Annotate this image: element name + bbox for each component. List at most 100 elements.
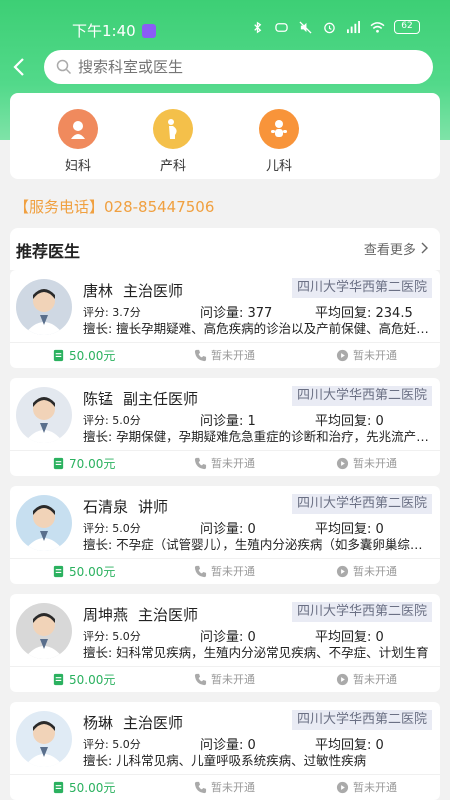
document-icon — [53, 457, 64, 469]
video-icon — [336, 781, 349, 793]
doctor-card[interactable]: 周坤燕 主治医师 四川大学华西第二医院 评分: 5.0分 问诊量: 0 平均回复:… — [10, 594, 440, 692]
phone-consult-button[interactable]: 暂未开通 — [194, 670, 255, 688]
search-input[interactable] — [78, 58, 378, 76]
doctor-specialty: 擅长: 孕期保健，孕期疑难危急重症的诊断和治疗，先兆流产的诊治 — [83, 429, 433, 444]
recommend-header: 推荐医生 查看更多 — [10, 228, 440, 270]
video-consult-button[interactable]: 暂未开通 — [336, 778, 397, 796]
doctor-card[interactable]: 陈锰 副主任医师 四川大学华西第二医院 评分: 5.0分 问诊量: 1 平均回复:… — [10, 378, 440, 476]
video-icon — [336, 565, 349, 577]
consult-price: 70.00元 — [69, 456, 116, 471]
category-label: 儿科 — [265, 159, 292, 174]
phone-consult-button[interactable]: 暂未开通 — [194, 346, 255, 364]
text-consult-button[interactable]: 70.00元 — [52, 454, 115, 472]
doctor-title: 主治医师 — [123, 282, 184, 300]
chevron-left-icon — [13, 58, 24, 76]
video-consult-button[interactable]: 暂未开通 — [336, 346, 397, 364]
doctor-avatar — [16, 603, 72, 659]
phone-status: 暂未开通 — [211, 781, 255, 794]
phone-consult-button[interactable]: 暂未开通 — [194, 454, 255, 472]
video-status: 暂未开通 — [353, 457, 397, 470]
phone-icon — [194, 349, 207, 361]
phone-icon — [194, 457, 207, 469]
category-pediatrics[interactable]: 儿科 — [244, 109, 314, 174]
text-consult-button[interactable]: 50.00元 — [52, 346, 115, 364]
category-label: 妇科 — [64, 159, 91, 174]
mute-icon — [299, 20, 312, 34]
bluetooth-icon — [254, 21, 262, 33]
doctor-specialty: 擅长: 不孕症（试管婴儿），生殖内分泌疾病（如多囊卵巢综合征） — [83, 537, 433, 552]
video-icon — [336, 673, 349, 685]
phone-icon — [194, 673, 207, 685]
doctor-title: 讲师 — [138, 498, 169, 516]
consult-price: 50.00元 — [69, 672, 116, 687]
doctor-avatar — [16, 495, 72, 551]
status-bar: 下午1:40 62 — [0, 0, 450, 40]
chevron-right-icon — [421, 242, 428, 254]
text-consult-button[interactable]: 50.00元 — [52, 778, 115, 796]
pregnant-icon — [153, 109, 193, 149]
text-consult-button[interactable]: 50.00元 — [52, 562, 115, 580]
doctor-name-text: 周坤燕 — [83, 606, 129, 624]
hospital-badge: 四川大学华西第二医院 — [292, 386, 432, 406]
divider — [10, 450, 440, 451]
doctor-avatar — [16, 387, 72, 443]
video-consult-button[interactable]: 暂未开通 — [336, 562, 397, 580]
phone-consult-button[interactable]: 暂未开通 — [194, 562, 255, 580]
signal-icon — [347, 20, 360, 33]
divider — [10, 342, 440, 343]
recommend-title: 推荐医生 — [16, 242, 81, 261]
video-status: 暂未开通 — [353, 565, 397, 578]
service-phone[interactable]: 【服务电话】028-85447506 — [14, 196, 214, 217]
doctor-name-text: 石清泉 — [83, 498, 129, 516]
hospital-badge: 四川大学华西第二医院 — [292, 278, 432, 298]
document-icon — [53, 349, 64, 361]
document-icon — [53, 673, 64, 685]
doctor-title: 主治医师 — [138, 606, 199, 624]
search-row — [0, 50, 450, 86]
phone-icon — [194, 781, 207, 793]
video-consult-button[interactable]: 暂未开通 — [336, 670, 397, 688]
phone-consult-button[interactable]: 暂未开通 — [194, 778, 255, 796]
doctor-title: 主治医师 — [123, 714, 184, 732]
consult-price: 50.00元 — [69, 348, 116, 363]
video-status: 暂未开通 — [353, 673, 397, 686]
doctor-name: 陈锰 副主任医师 — [83, 388, 198, 409]
doctor-avatar — [16, 711, 72, 767]
video-consult-button[interactable]: 暂未开通 — [336, 454, 397, 472]
doctor-title: 副主任医师 — [123, 390, 199, 408]
divider — [10, 774, 440, 775]
phone-status: 暂未开通 — [211, 673, 255, 686]
hospital-badge: 四川大学华西第二医院 — [292, 710, 432, 730]
hospital-badge: 四川大学华西第二医院 — [292, 602, 432, 622]
doctor-card[interactable]: 石清泉 讲师 四川大学华西第二医院 评分: 5.0分 问诊量: 0 平均回复: 0… — [10, 486, 440, 584]
video-status: 暂未开通 — [353, 349, 397, 362]
doctor-name: 石清泉 讲师 — [83, 496, 168, 517]
category-gynecology[interactable]: 妇科 — [43, 109, 113, 174]
doctor-specialty: 擅长: 擅长孕期疑难、高危疾病的诊治以及产前保健、高危妊娠管理 — [83, 321, 433, 336]
wifi-icon — [370, 21, 385, 33]
text-consult-button[interactable]: 50.00元 — [52, 670, 115, 688]
view-more-link[interactable]: 查看更多 — [364, 239, 428, 258]
consult-price: 50.00元 — [69, 780, 116, 795]
status-time: 下午1:40 — [72, 22, 136, 40]
category-obstetrics[interactable]: 产科 — [138, 109, 208, 174]
phone-icon — [194, 565, 207, 577]
consult-price: 50.00元 — [69, 564, 116, 579]
doctor-card[interactable]: 杨琳 主治医师 四川大学华西第二医院 评分: 5.0分 问诊量: 0 平均回复: … — [10, 702, 440, 800]
phone-status: 暂未开通 — [211, 349, 255, 362]
baby-icon — [259, 109, 299, 149]
divider — [10, 558, 440, 559]
category-label: 产科 — [159, 159, 186, 174]
doctor-name: 杨琳 主治医师 — [83, 712, 183, 733]
hospital-badge: 四川大学华西第二医院 — [292, 494, 432, 514]
search-bar[interactable] — [44, 50, 433, 84]
doctor-card[interactable]: 唐林 主治医师 四川大学华西第二医院 评分: 3.7分 问诊量: 377 平均回复… — [10, 270, 440, 368]
video-status: 暂未开通 — [353, 781, 397, 794]
doctor-specialty: 擅长: 儿科常见病、儿童呼吸系统疾病、过敏性疾病 — [83, 753, 367, 768]
document-icon — [53, 565, 64, 577]
doctor-specialty: 擅长: 妇科常见疾病，生殖内分泌常见疾病、不孕症、计划生育 — [83, 645, 429, 660]
phone-status: 暂未开通 — [211, 457, 255, 470]
back-button[interactable] — [12, 56, 32, 80]
category-card: 妇科 产科 儿科 — [10, 93, 440, 179]
battery-icon: 62 — [394, 20, 420, 34]
